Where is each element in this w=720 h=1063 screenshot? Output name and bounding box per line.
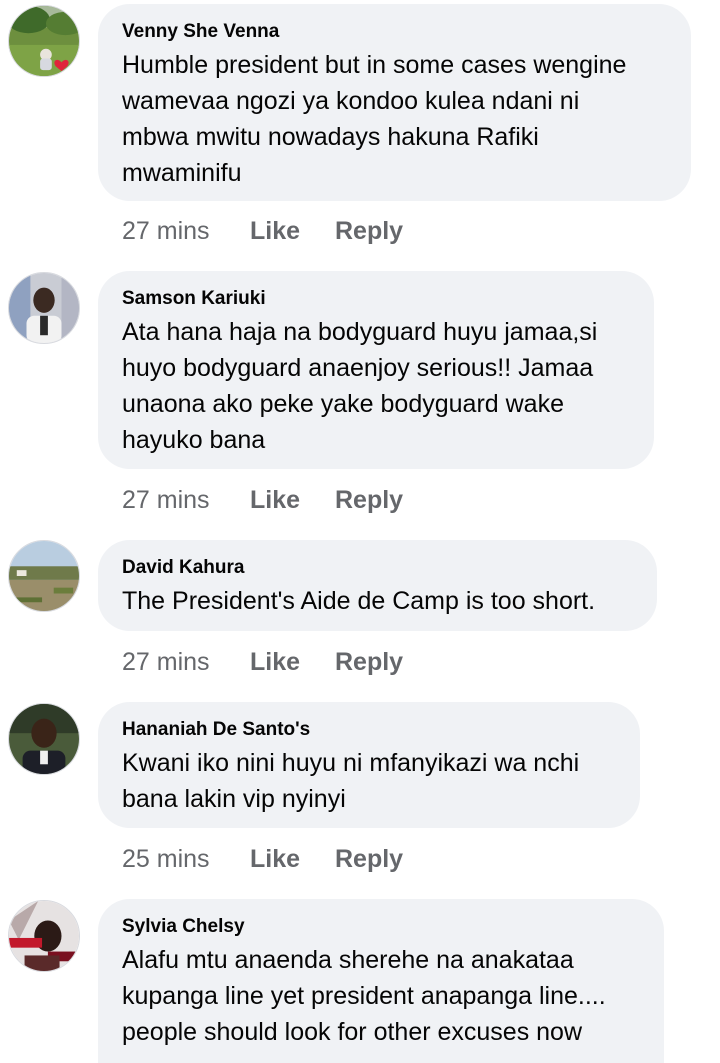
comment-author[interactable]: Hananiah De Santo's [122, 719, 616, 741]
comment-author[interactable]: David Kahura [122, 557, 633, 579]
comment-bubble: Venny She Venna Humble president but in … [98, 4, 691, 201]
comment-actions: 25 mins Like Reply [122, 844, 403, 874]
comment-author[interactable]: Samson Kariuki [122, 288, 630, 310]
comment-actions: 27 mins Like Reply [122, 647, 403, 677]
reply-button[interactable]: Reply [335, 485, 403, 515]
comment-author[interactable]: Sylvia Chelsy [122, 916, 640, 938]
comment-bubble: Samson Kariuki Ata hana haja na bodyguar… [98, 271, 654, 469]
comment-bubble: Sylvia Chelsy Alafu mtu anaenda sherehe … [98, 899, 664, 1063]
comment-text: Ata hana haja na bodyguard huyu jamaa,si… [122, 318, 598, 454]
comment-timestamp[interactable]: 27 mins [122, 486, 210, 514]
avatar-photo-icon [9, 704, 79, 774]
avatar[interactable] [8, 703, 80, 775]
reply-button[interactable]: Reply [335, 844, 403, 874]
avatar[interactable] [8, 900, 80, 972]
like-button[interactable]: Like [250, 844, 300, 874]
avatar-photo-icon [9, 273, 79, 343]
like-button[interactable]: Like [250, 485, 300, 515]
avatar[interactable] [8, 272, 80, 344]
comment-bubble: Hananiah De Santo's Kwani iko nini huyu … [98, 702, 640, 828]
comment-text: Kwani iko nini huyu ni mfanyikazi wa nch… [122, 749, 580, 813]
avatar-photo-icon [9, 6, 79, 76]
comment-actions: 27 mins Like Reply [122, 485, 403, 515]
avatar[interactable] [8, 540, 80, 612]
comment-text: Alafu mtu anaenda sherehe na anakataa ku… [122, 946, 606, 1046]
like-button[interactable]: Like [250, 647, 300, 677]
avatar-photo-icon [9, 541, 79, 611]
comment-timestamp[interactable]: 27 mins [122, 648, 210, 676]
comment-text: The President's Aide de Camp is too shor… [122, 587, 596, 615]
avatar-photo-icon [9, 901, 79, 971]
comment-text: Humble president but in some cases wengi… [122, 51, 627, 187]
comment-timestamp[interactable]: 27 mins [122, 217, 210, 245]
avatar[interactable] [8, 5, 80, 77]
comment-actions: 27 mins Like Reply [122, 216, 403, 246]
like-button[interactable]: Like [250, 216, 300, 246]
comment-author[interactable]: Venny She Venna [122, 21, 667, 43]
reply-button[interactable]: Reply [335, 647, 403, 677]
comment-timestamp[interactable]: 25 mins [122, 845, 210, 873]
reply-button[interactable]: Reply [335, 216, 403, 246]
comment-bubble: David Kahura The President's Aide de Cam… [98, 540, 657, 631]
